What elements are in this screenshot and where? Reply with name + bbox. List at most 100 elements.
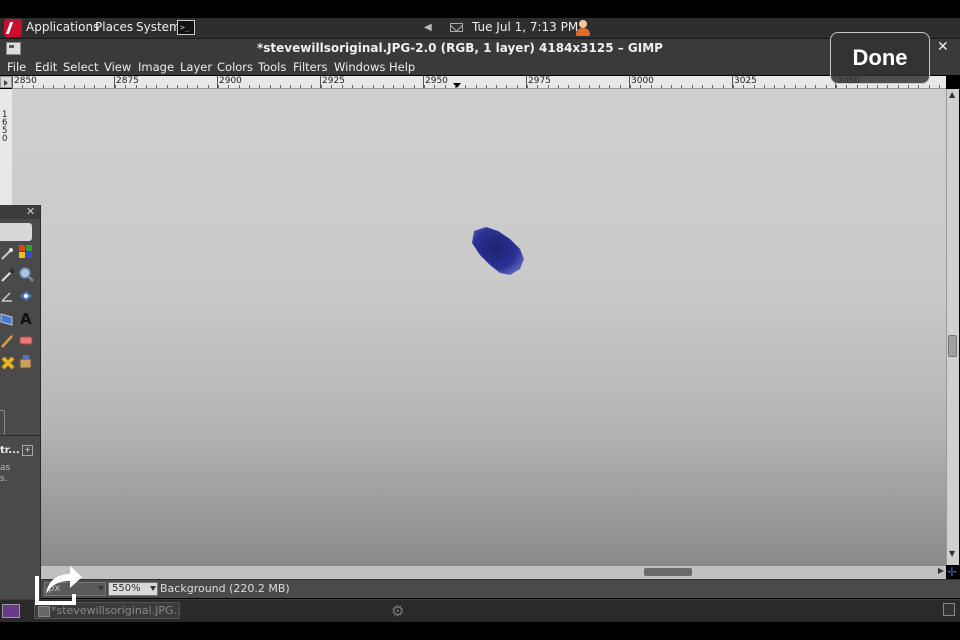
menu-layer[interactable]: Layer — [180, 60, 212, 74]
menu-help[interactable]: Help — [389, 60, 415, 74]
quick-mask-toggle[interactable] — [0, 76, 12, 88]
mail-icon[interactable] — [450, 23, 463, 32]
volume-icon[interactable]: ◀ — [424, 22, 433, 33]
menu-file[interactable]: File — [7, 60, 26, 74]
ruler-minor-tick — [321, 85, 322, 88]
close-icon[interactable]: ✕ — [26, 205, 35, 218]
menu-select[interactable]: Select — [63, 60, 98, 74]
menu-filters[interactable]: Filters — [293, 60, 327, 74]
ruler-minor-tick — [836, 85, 837, 88]
navigate-icon[interactable]: ✛ — [946, 565, 958, 579]
places-menu[interactable]: Places — [95, 20, 133, 34]
color-swatch-edge[interactable] — [0, 410, 5, 436]
ruler-minor-tick — [373, 85, 374, 88]
ruler-minor-tick — [403, 85, 404, 88]
show-desktop-icon[interactable] — [2, 604, 20, 618]
ruler-minor-tick — [125, 85, 126, 88]
system-menu[interactable]: System — [136, 20, 181, 34]
share-icon[interactable] — [34, 562, 84, 606]
measure-tool-icon[interactable] — [0, 289, 16, 305]
heal-tool-icon[interactable] — [0, 355, 16, 371]
window-title: *stevewillsoriginal.JPG-2.0 (RGB, 1 laye… — [257, 41, 663, 55]
ruler-minor-tick — [661, 85, 662, 88]
menu-colors[interactable]: Colors — [217, 60, 253, 74]
applications-menu[interactable]: Applications — [26, 20, 99, 34]
zoom-value: 550% — [112, 583, 141, 594]
ruler-minor-tick — [527, 85, 528, 88]
ruler-minor-tick — [12, 85, 13, 88]
bottom-panel: *stevewillsoriginal.JPG... ⚙ — [0, 599, 960, 622]
scroll-thumb[interactable] — [948, 335, 957, 357]
ruler-minor-tick — [857, 85, 858, 88]
window-titlebar[interactable]: *stevewillsoriginal.JPG-2.0 (RGB, 1 laye… — [0, 39, 960, 59]
color-picker-tool-icon[interactable] — [0, 267, 16, 283]
distro-logo-icon[interactable] — [4, 19, 22, 37]
gear-icon[interactable]: ⚙ — [391, 602, 404, 620]
zoom-tool-icon[interactable] — [18, 266, 34, 282]
user-icon[interactable] — [575, 19, 591, 37]
ruler-minor-tick — [64, 85, 65, 88]
tool-options-expand-button[interactable]: + — [22, 445, 33, 456]
menubar: File Edit Select View Image Layer Colors… — [0, 59, 960, 75]
ruler-minor-tick — [579, 85, 580, 88]
terminal-icon[interactable]: >_ — [177, 20, 195, 35]
ruler-minor-tick — [898, 85, 899, 88]
ruler-minor-tick — [918, 85, 919, 88]
done-button[interactable]: Done — [830, 32, 930, 84]
scroll-thumb[interactable] — [644, 568, 692, 576]
ruler-minor-tick — [867, 85, 868, 88]
trash-icon[interactable] — [943, 603, 955, 616]
ruler-minor-tick — [53, 85, 54, 88]
menu-view[interactable]: View — [104, 60, 131, 74]
ruler-minor-tick — [465, 85, 466, 88]
fuzzy-select-tool-icon[interactable] — [0, 245, 16, 261]
horizontal-ruler[interactable]: 2850 2875 2900 2925 2950 2975 3000 3025 … — [12, 76, 946, 89]
ruler-minor-tick — [743, 85, 744, 88]
vertical-scrollbar[interactable]: ▲ ▼ — [946, 89, 959, 565]
ruler-minor-tick — [620, 85, 621, 88]
text-tool-icon[interactable]: A — [18, 310, 34, 326]
toolbox-panel: ✕ A tr... + as s. — [0, 205, 41, 600]
ruler-minor-tick — [249, 85, 250, 88]
clock[interactable]: Tue Jul 1, 7:13 PM — [472, 20, 578, 34]
horizontal-scrollbar[interactable]: ▶ — [40, 565, 946, 580]
zoom-select[interactable]: 550% — [108, 582, 158, 596]
ruler-minor-tick — [754, 85, 755, 88]
menu-image[interactable]: Image — [138, 60, 174, 74]
menu-windows[interactable]: Windows — [334, 60, 385, 74]
ruler-minor-tick — [290, 85, 291, 88]
ruler-minor-tick — [702, 85, 703, 88]
menu-edit[interactable]: Edit — [35, 60, 57, 74]
menu-tools[interactable]: Tools — [258, 60, 286, 74]
ruler-label: 1650 — [2, 110, 8, 144]
ruler-minor-tick — [136, 85, 137, 88]
ruler-minor-tick — [259, 85, 260, 88]
ruler-minor-tick — [764, 85, 765, 88]
ruler-minor-tick — [486, 85, 487, 88]
clone-tool-icon[interactable] — [18, 354, 34, 370]
tool-options-title: tr... — [0, 445, 20, 456]
ruler-minor-tick — [795, 85, 796, 88]
ruler-minor-tick — [774, 85, 775, 88]
tool-options-hint: as s. — [0, 463, 10, 485]
ruler-minor-tick — [156, 85, 157, 88]
eraser-tool-icon[interactable] — [18, 332, 34, 348]
transform-tool-icon[interactable] — [0, 311, 16, 327]
paintbrush-tool-icon[interactable] — [0, 333, 16, 349]
ruler-minor-tick — [280, 85, 281, 88]
ruler-minor-tick — [640, 85, 641, 88]
ruler-minor-tick — [84, 85, 85, 88]
ruler-minor-tick — [300, 85, 301, 88]
scroll-down-icon[interactable]: ▼ — [949, 549, 955, 558]
ruler-minor-tick — [887, 85, 888, 88]
image-canvas[interactable] — [12, 89, 946, 565]
select-by-color-tool-icon[interactable] — [18, 244, 34, 260]
move-tool-icon[interactable] — [18, 288, 34, 304]
toolbox-header[interactable]: ✕ — [0, 205, 40, 219]
close-window-button[interactable]: ✕ — [937, 39, 949, 55]
toolbox-tab[interactable] — [0, 223, 32, 241]
ruler-minor-tick — [331, 85, 332, 88]
scroll-up-icon[interactable]: ▲ — [949, 90, 955, 99]
scroll-right-icon[interactable]: ▶ — [938, 566, 944, 575]
ruler-minor-tick — [929, 85, 930, 88]
